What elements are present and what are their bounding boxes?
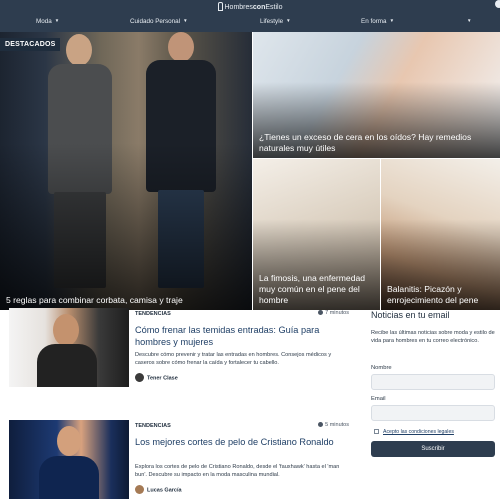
nav-label: Cuidado Personal (130, 18, 181, 25)
article-thumbnail[interactable] (9, 308, 129, 387)
read-time-text: 5 minutos (325, 422, 349, 428)
article-thumbnail[interactable] (9, 420, 129, 499)
logo-text-1: Hombres (224, 4, 253, 11)
account-icon[interactable] (495, 0, 500, 8)
hero-title[interactable]: ¿Tienes un exceso de cera en los oídos? … (259, 132, 494, 154)
featured-badge: DESTACADOS (0, 38, 61, 51)
hero-title[interactable]: 5 reglas para combinar corbata, camisa y… (6, 295, 246, 306)
hero-tile-main[interactable]: 5 reglas para combinar corbata, camisa y… (0, 32, 252, 310)
email-field[interactable] (371, 405, 495, 421)
article-description: Descubre cómo prevenir y tratar las entr… (135, 352, 332, 366)
read-time: 7 minutos (318, 310, 349, 316)
site-logo[interactable]: HombresconEstilo (0, 2, 500, 11)
clock-icon (318, 422, 324, 427)
terms-row: Acepto las condiciones legales (374, 429, 454, 435)
author-name: Lucas García (147, 487, 182, 494)
nav-item-moda[interactable]: Moda ▼ (36, 18, 59, 25)
email-label: Email (371, 396, 386, 402)
article-author[interactable]: Tener Clase (135, 373, 178, 382)
hero-tile-balanitis[interactable]: Balanitis: Picazón y enrojecimiento del … (381, 159, 500, 310)
newsletter-description: Recibe las últimas noticias sobre moda y… (371, 330, 495, 345)
nav-item-cuidado-personal[interactable]: Cuidado Personal ▼ (130, 18, 188, 25)
name-label: Nombre (371, 365, 392, 371)
nav-item-en-forma[interactable]: En forma ▼ (361, 18, 394, 25)
article-author[interactable]: Lucas García (135, 485, 182, 494)
read-time-text: 7 minutos (325, 310, 349, 316)
terms-link[interactable]: Acepto las condiciones legales (383, 429, 454, 435)
logo-tie-icon (217, 2, 223, 11)
nav-label: Moda (36, 18, 52, 25)
caret-down-icon: ▼ (183, 18, 188, 23)
name-field[interactable] (371, 374, 495, 390)
caret-down-icon: ▼ (286, 18, 291, 23)
subscribe-button[interactable]: Suscribir (371, 441, 495, 457)
caret-down-icon: ▼ (467, 18, 472, 23)
site-header: HombresconEstilo Moda ▼ Cuidado Personal ▼… (0, 0, 500, 32)
nav-item-more[interactable]: ▼ (464, 18, 471, 25)
nav-item-lifestyle[interactable]: Lifestyle ▼ (260, 18, 291, 25)
main-nav: Moda ▼ Cuidado Personal ▼ Lifestyle ▼ En fo… (0, 18, 500, 30)
article-card: TENDENCIAS 5 minutos Los mejores cortes … (9, 420, 349, 500)
nav-label: En forma (361, 18, 387, 25)
caret-down-icon: ▼ (389, 18, 395, 23)
article-category[interactable]: TENDENCIAS (135, 423, 171, 429)
clock-icon (318, 310, 324, 315)
caret-down-icon: ▼ (54, 18, 60, 23)
article-title[interactable]: Los mejores cortes de pelo de Cristiano … (135, 436, 349, 448)
author-name: Tener Clase (147, 375, 178, 382)
hero-tile-fimosis[interactable]: La fimosis, una enfermedad muy común en … (253, 159, 380, 310)
hero-title[interactable]: Balanitis: Picazón y enrojecimiento del … (387, 284, 494, 306)
article-title[interactable]: Cómo frenar las temidas entradas: Guía p… (135, 324, 349, 348)
article-card: TENDENCIAS 7 minutos Cómo frenar las tem… (9, 308, 349, 392)
newsletter-title: Noticias en tu email (371, 310, 450, 320)
logo-text-2: con (252, 4, 266, 11)
author-avatar (135, 373, 144, 382)
hero-tile-ear-wax[interactable]: ¿Tienes un exceso de cera en los oídos? … (253, 32, 500, 158)
logo-text-3: Estilo (265, 4, 283, 11)
read-time: 5 minutos (318, 422, 349, 428)
nav-label: Lifestyle (260, 18, 284, 25)
terms-checkbox[interactable] (374, 429, 379, 434)
article-category[interactable]: TENDENCIAS (135, 311, 171, 317)
article-description: Explora los cortes de pelo de Cristiano … (135, 464, 340, 478)
author-avatar (135, 485, 144, 494)
hero-gradient (0, 143, 252, 310)
hero-title[interactable]: La fimosis, una enfermedad muy común en … (259, 273, 374, 306)
